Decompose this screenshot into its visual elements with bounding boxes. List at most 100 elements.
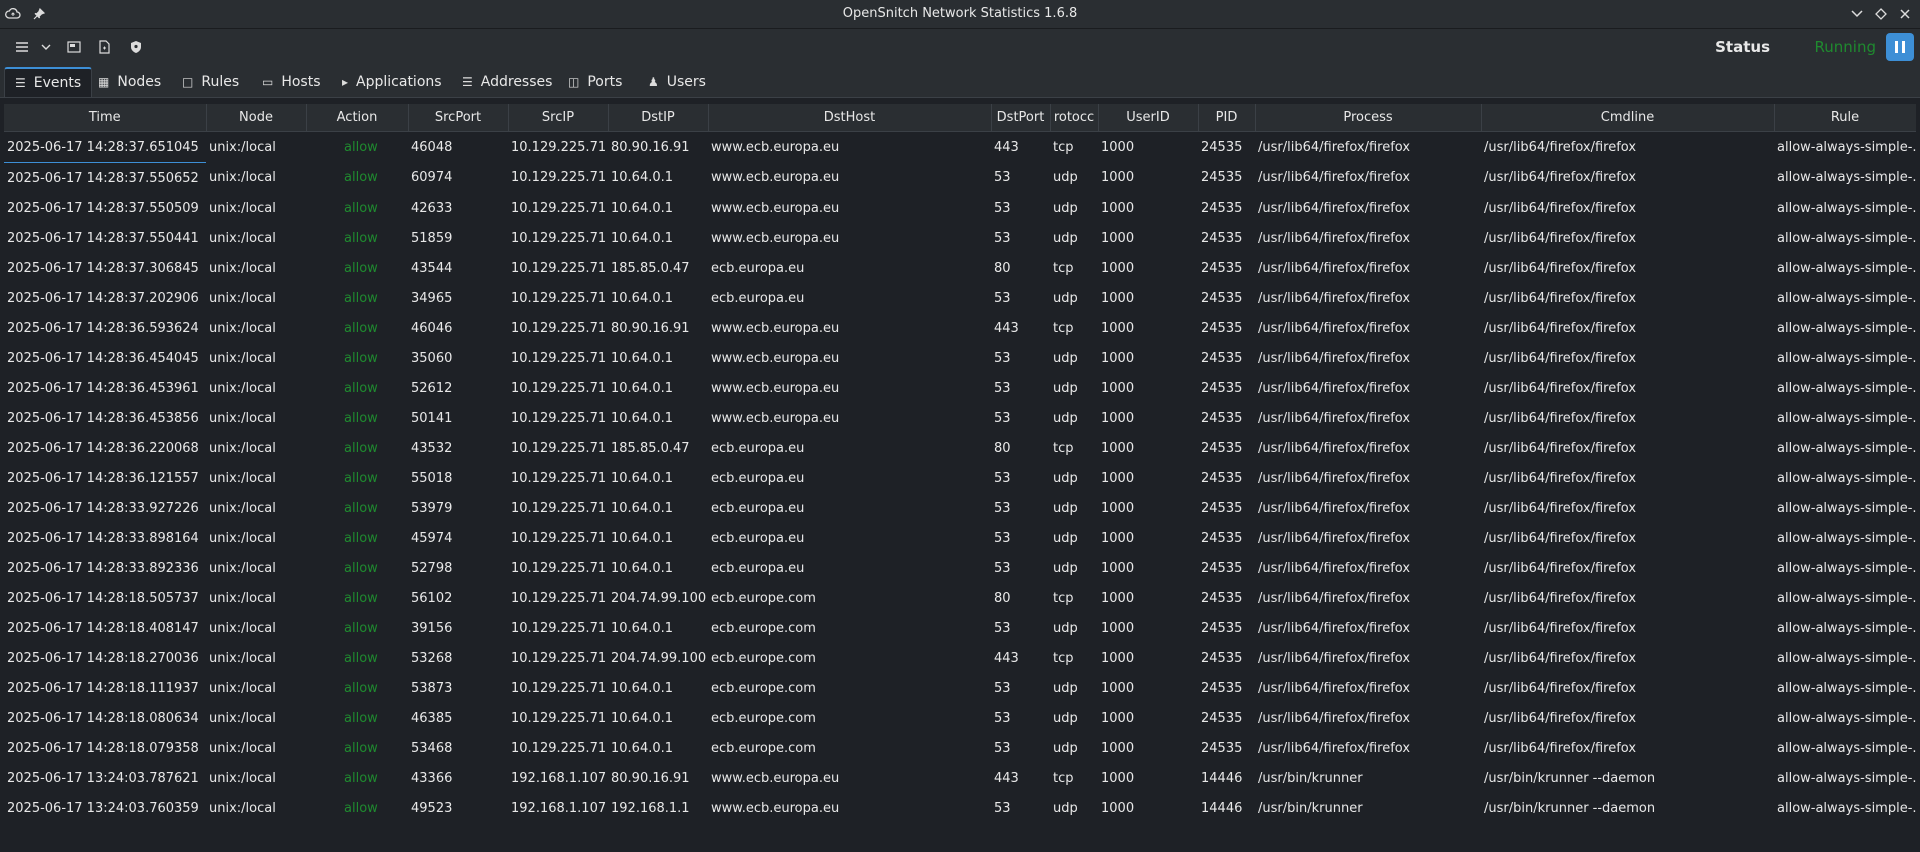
rules-icon: □ [182,75,194,89]
table-row[interactable]: 2025-06-17 14:28:37.306845 unix:/local all… [4,253,1916,283]
column-header-srcport[interactable]: SrcPort [408,104,509,132]
table-row[interactable]: 2025-06-17 14:28:36.453856 unix:/local all… [4,403,1916,433]
table-row[interactable]: 2025-06-17 14:28:37.202906 unix:/local all… [4,283,1916,313]
tab-ports[interactable]: ◫ Ports [558,67,632,97]
cell-node: unix:/local [209,680,276,696]
cell-cmdline: /usr/bin/krunner --daemon [1484,800,1656,816]
table-row[interactable]: 2025-06-17 14:28:36.220068 unix:/local all… [4,433,1916,463]
tab-nodes[interactable]: ▦ Nodes [88,67,171,97]
cell-pid: 24535 [1201,290,1243,306]
table-row[interactable]: 2025-06-17 14:28:37.550652 unix:/local all… [4,163,1916,194]
column-header-dsthost[interactable]: DstHost [708,104,992,132]
column-header-dstip[interactable]: DstIP [608,104,709,132]
column-header-protocol[interactable]: rotocc [1050,104,1099,132]
cell-pid: 14446 [1201,800,1243,816]
cell-dsthost: www.ecb.europa.eu [711,350,840,366]
cell-dstport: 53 [994,410,1011,426]
cell-protocol: udp [1053,740,1078,756]
column-header-time[interactable]: Time [4,104,207,132]
cell-dsthost: ecb.europe.com [711,590,816,606]
column-header-dstport[interactable]: DstPort [991,104,1051,132]
cell-dsthost: ecb.europe.com [711,710,816,726]
cell-protocol: udp [1053,290,1078,306]
maximize-diamond-icon[interactable] [1872,5,1890,23]
table-row[interactable]: 2025-06-17 14:28:37.550441 unix:/local all… [4,223,1916,253]
cell-dstport: 53 [994,740,1011,756]
cell-srcport: 53873 [411,680,453,696]
cell-node: unix:/local [209,380,276,396]
menu-icon[interactable] [12,37,32,57]
cell-cmdline: /usr/lib64/firefox/firefox [1484,410,1637,426]
export-window-icon[interactable] [64,37,84,57]
tab-events[interactable]: ☰ Events [4,67,93,97]
cell-srcport: 46046 [411,320,453,336]
cell-process: /usr/lib64/firefox/firefox [1258,290,1411,306]
chevron-down-icon[interactable] [36,37,56,57]
cell-dstport: 53 [994,170,1011,186]
table-row[interactable]: 2025-06-17 14:28:18.408147 unix:/local all… [4,613,1916,643]
tab-rules[interactable]: □ Rules [172,67,249,97]
table-row[interactable]: 2025-06-17 14:28:37.550509 unix:/local all… [4,193,1916,223]
pause-button[interactable] [1886,33,1914,61]
table-row[interactable]: 2025-06-17 14:28:18.111937 unix:/local all… [4,673,1916,703]
table-row[interactable]: 2025-06-17 14:28:37.651045 unix:/local all… [4,131,1916,163]
cell-time: 2025-06-17 14:28:37.550441 [7,230,199,246]
cell-time: 2025-06-17 13:24:03.760359 [7,800,199,816]
column-header-srcip[interactable]: SrcIP [508,104,609,132]
cell-dsthost: www.ecb.europa.eu [711,380,840,396]
cell-process: /usr/lib64/firefox/firefox [1258,650,1411,666]
cell-dstip: 10.64.0.1 [611,740,674,756]
cell-dstport: 443 [994,770,1019,786]
cell-srcport: 52798 [411,560,453,576]
table-row[interactable]: 2025-06-17 14:28:36.454045 unix:/local all… [4,343,1916,373]
table-row[interactable]: 2025-06-17 14:28:33.927226 unix:/local all… [4,493,1916,523]
cell-srcip: 10.129.225.71 [511,170,607,186]
table-row[interactable]: 2025-06-17 14:28:33.898164 unix:/local all… [4,523,1916,553]
column-header-node[interactable]: Node [206,104,307,132]
toolbar: Status Running [0,29,1920,65]
cell-action: allow [344,590,378,606]
tab-hosts[interactable]: ▭ Hosts [252,67,331,97]
table-row[interactable]: 2025-06-17 14:28:36.121557 unix:/local all… [4,463,1916,493]
close-icon[interactable] [1896,5,1914,23]
cell-dsthost: ecb.europe.com [711,740,816,756]
cell-dstport: 53 [994,620,1011,636]
table-row[interactable]: 2025-06-17 14:28:36.593624 unix:/local all… [4,313,1916,343]
column-header-rule[interactable]: Rule [1774,104,1916,132]
cell-dsthost: ecb.europa.eu [711,290,805,306]
table-row[interactable]: 2025-06-17 14:28:18.505737 unix:/local all… [4,583,1916,613]
column-header-userid[interactable]: UserID [1098,104,1199,132]
column-header-process[interactable]: Process [1255,104,1482,132]
cell-userid: 1000 [1101,320,1135,336]
table-row[interactable]: 2025-06-17 14:28:33.892336 unix:/local all… [4,553,1916,583]
cell-pid: 14446 [1201,770,1243,786]
tab-addresses[interactable]: ☰ Addresses [452,67,562,97]
column-header-pid[interactable]: PID [1198,104,1256,132]
cell-dsthost: ecb.europa.eu [711,500,805,516]
table-row[interactable]: 2025-06-17 13:24:03.787621 unix:/local all… [4,763,1916,793]
cell-dstport: 443 [994,139,1019,155]
cell-srcport: 53468 [411,740,453,756]
cell-rule: allow-always-simple-... [1777,440,1916,456]
table-row[interactable]: 2025-06-17 13:24:03.760359 unix:/local all… [4,793,1916,823]
table-row[interactable]: 2025-06-17 14:28:18.080634 unix:/local all… [4,703,1916,733]
minimize-chevron-icon[interactable] [1848,5,1866,23]
table-row[interactable]: 2025-06-17 14:28:18.079358 unix:/local all… [4,733,1916,763]
cell-rule: allow-always-simple-... [1777,350,1916,366]
tab-bar: ☰ Events ▦ Nodes □ Rules ▭ Hosts ▸ Appli… [0,65,1920,98]
tab-applications[interactable]: ▸ Applications [332,67,452,97]
cell-userid: 1000 [1101,620,1135,636]
addresses-icon: ☰ [462,75,473,89]
column-header-action[interactable]: Action [306,104,409,132]
table-row[interactable]: 2025-06-17 14:28:36.453961 unix:/local all… [4,373,1916,403]
shield-icon[interactable] [126,37,146,57]
document-icon[interactable] [94,37,114,57]
tab-label: Hosts [281,74,321,90]
cell-time: 2025-06-17 14:28:33.927226 [7,500,199,516]
tab-label: Nodes [117,74,162,90]
cell-process: /usr/lib64/firefox/firefox [1258,680,1411,696]
table-row[interactable]: 2025-06-17 14:28:18.270036 unix:/local all… [4,643,1916,673]
cell-dsthost: ecb.europe.com [711,620,816,636]
tab-users[interactable]: ♟ Users [638,67,716,97]
column-header-cmdline[interactable]: Cmdline [1481,104,1775,132]
